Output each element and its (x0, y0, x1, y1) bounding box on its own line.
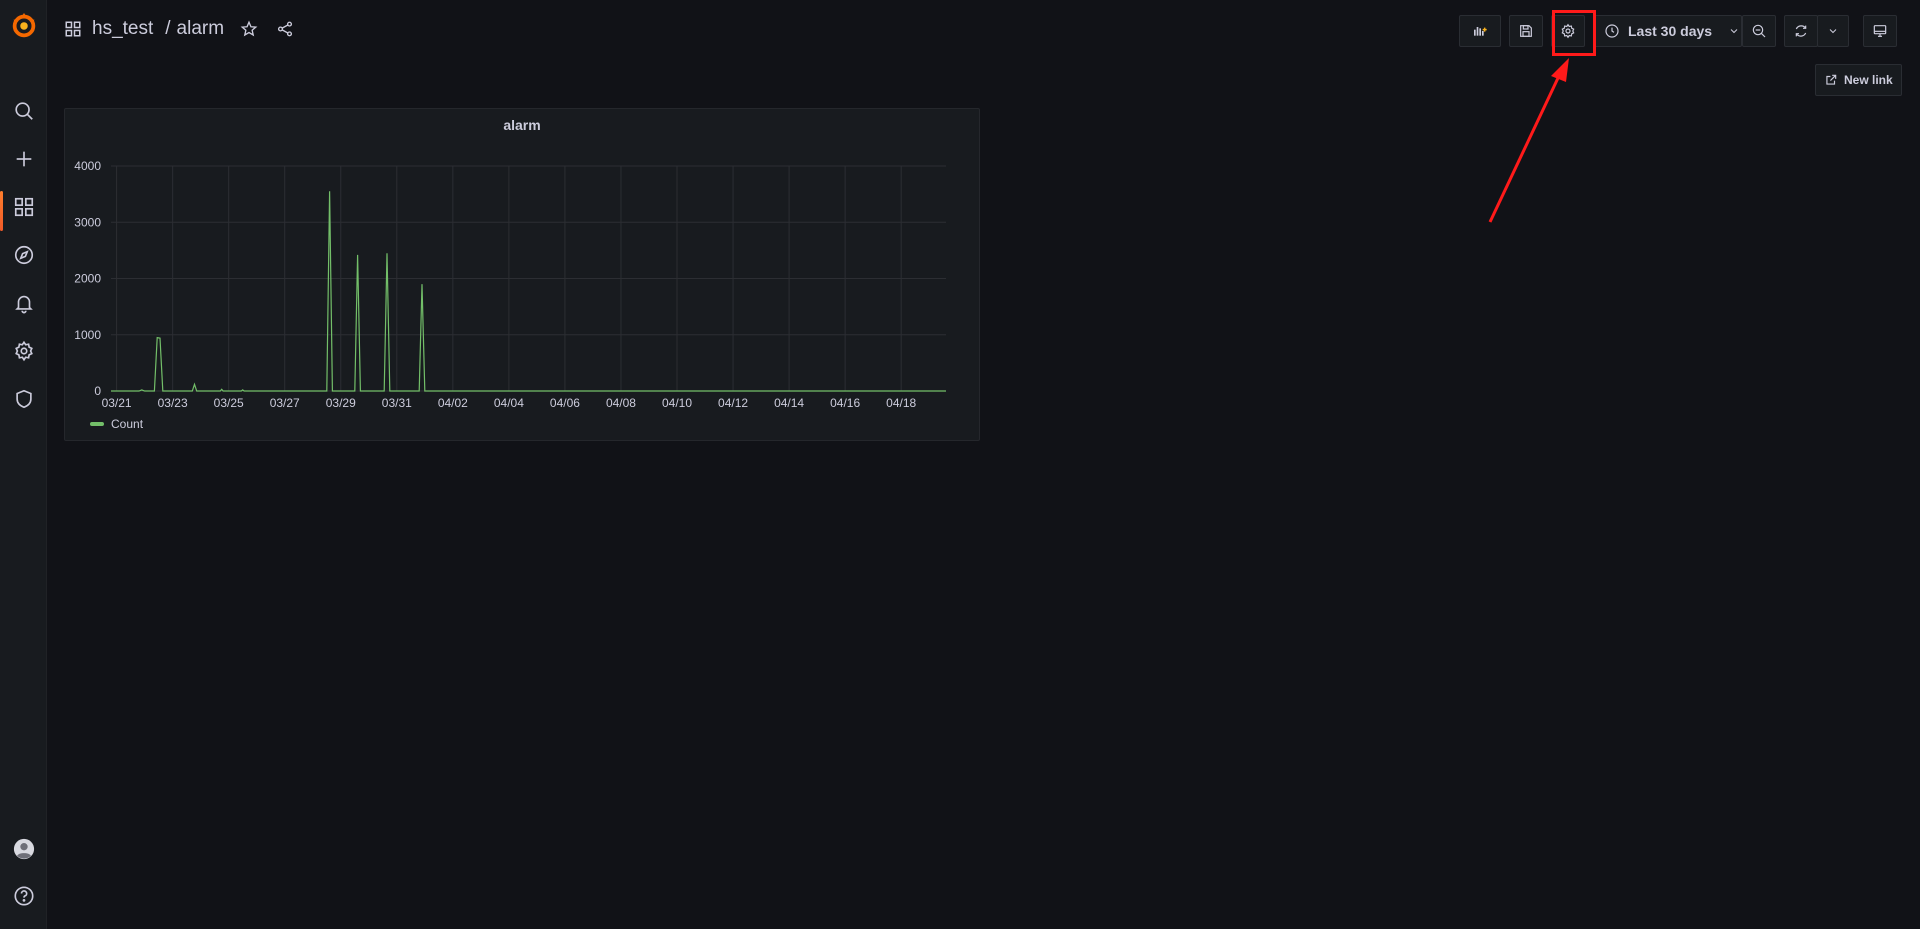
sidebar-create[interactable] (0, 139, 47, 179)
x-tick-label: 04/16 (830, 396, 860, 409)
add-panel-button[interactable] (1459, 15, 1501, 47)
breadcrumb-dashboard-title[interactable]: alarm (177, 18, 225, 40)
refresh-interval-picker[interactable] (1817, 15, 1849, 47)
user-avatar-icon (13, 838, 34, 860)
x-tick-label: 03/21 (102, 396, 132, 409)
server-admin-shield-icon (15, 389, 32, 409)
legend-label-count[interactable]: Count (111, 417, 143, 431)
grafana-logo-icon[interactable] (9, 10, 39, 40)
help-icon (13, 886, 34, 906)
save-dashboard-button[interactable] (1509, 15, 1543, 47)
x-tick-label: 04/06 (550, 396, 580, 409)
sidebar (0, 0, 47, 929)
y-tick-label: 0 (94, 384, 101, 398)
x-tick-label: 04/04 (494, 396, 524, 409)
configuration-gear-icon (14, 340, 33, 362)
sidebar-server-admin[interactable] (0, 379, 47, 419)
monitor-icon (1873, 25, 1887, 37)
y-tick-label: 2000 (74, 272, 101, 286)
series-line-count (111, 191, 946, 392)
add-panel-icon (1474, 27, 1487, 36)
time-range-label: Last 30 days (1628, 23, 1713, 39)
annotation-highlight-box (1552, 10, 1596, 56)
toolbar: Last 30 days (1459, 15, 1897, 47)
x-tick-label: 04/02 (438, 396, 468, 409)
plus-icon (16, 151, 31, 167)
y-tick-label: 1000 (74, 328, 101, 342)
alerting-bell-icon (14, 295, 33, 314)
save-icon (1520, 25, 1532, 37)
refresh-button[interactable] (1784, 15, 1818, 47)
star-icon[interactable] (240, 20, 258, 38)
breadcrumb-folder[interactable]: hs_test (92, 18, 153, 40)
breadcrumb-separator: / (165, 18, 171, 39)
sidebar-alerting[interactable] (0, 283, 47, 323)
cycle-view-mode-button[interactable] (1863, 15, 1897, 47)
breadcrumb: hs_test / alarm (64, 18, 294, 40)
chevron-down-icon (1730, 29, 1738, 34)
sidebar-explore[interactable] (0, 235, 47, 275)
share-icon[interactable] (276, 20, 294, 38)
zoom-out-button[interactable] (1742, 15, 1776, 47)
time-series-chart: 0 1000 2000 3000 4000 03/21 03/23 03/25 03/27 03/… (74, 159, 946, 409)
sidebar-configuration[interactable] (0, 331, 47, 371)
clock-icon (1605, 24, 1619, 38)
chevron-down-icon (1829, 29, 1837, 34)
dashboards-icon (14, 197, 33, 217)
x-tick-label: 03/29 (326, 396, 356, 409)
x-tick-label: 03/23 (158, 396, 188, 409)
y-tick-label: 3000 (74, 215, 101, 229)
y-tick-label: 4000 (74, 159, 101, 173)
graph-panel[interactable]: alarm 0 1000 2000 3000 4000 03/21 03/23 03/25 03… (64, 108, 980, 441)
x-tick-label: 03/31 (382, 396, 412, 409)
sidebar-profile[interactable] (0, 829, 47, 869)
dashboards-grid-icon (64, 20, 82, 38)
zoom-out-icon (1752, 24, 1766, 38)
x-tick-label: 04/18 (886, 396, 916, 409)
explore-compass-icon (14, 245, 33, 265)
legend: Count (90, 417, 143, 431)
new-link-label: New link (1844, 73, 1893, 87)
x-tick-label: 04/12 (718, 396, 748, 409)
x-tick-label: 04/14 (774, 396, 804, 409)
x-tick-label: 03/27 (270, 396, 300, 409)
refresh-icon (1795, 25, 1807, 37)
legend-swatch (90, 422, 104, 426)
search-icon (14, 102, 33, 120)
sidebar-dashboards[interactable] (0, 187, 47, 231)
external-link-icon (1826, 74, 1837, 85)
sidebar-help[interactable] (0, 876, 47, 916)
time-range-picker[interactable]: Last 30 days (1593, 15, 1742, 47)
x-tick-label: 04/08 (606, 396, 636, 409)
sidebar-search[interactable] (0, 91, 47, 131)
new-link-button[interactable]: New link (1815, 64, 1902, 96)
x-tick-label: 03/25 (214, 396, 244, 409)
x-tick-label: 04/10 (662, 396, 692, 409)
